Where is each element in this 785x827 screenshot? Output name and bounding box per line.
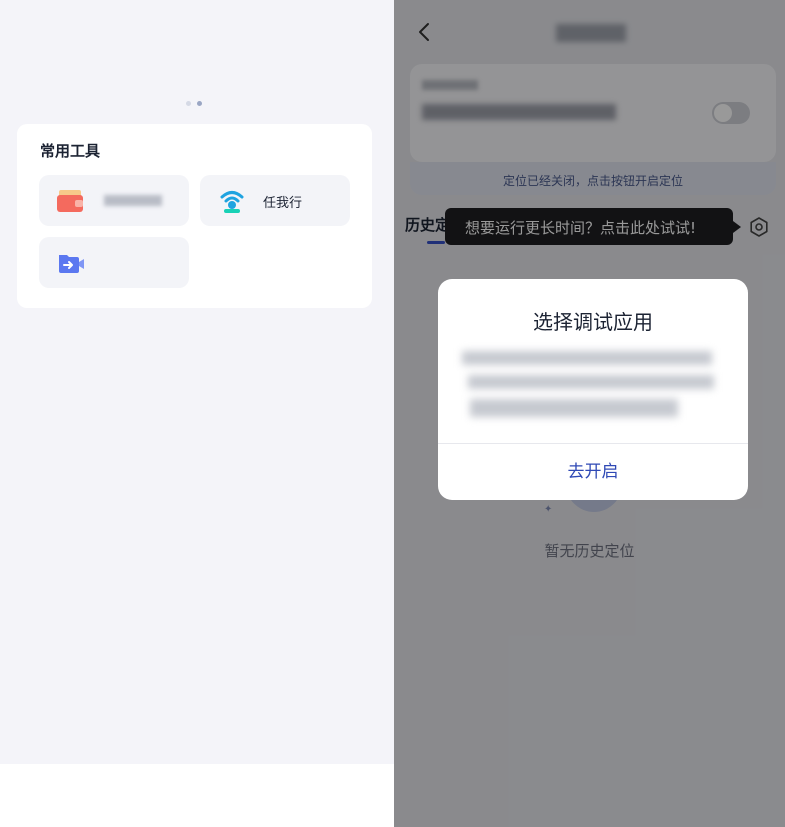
dialog-title: 选择调试应用 — [533, 310, 653, 334]
left-background — [0, 0, 394, 764]
dialog-message-blurred-line-3 — [470, 399, 678, 417]
tool-renwoxing-label: 任我行 — [263, 196, 303, 211]
video-transfer-icon — [59, 255, 84, 273]
dialog-message-blurred-line-1 — [462, 351, 712, 365]
go-enable-button[interactable]: 去开启 — [438, 444, 748, 500]
page-dot — [186, 101, 191, 106]
page-indicator — [186, 101, 202, 106]
wallet-icon — [57, 190, 83, 212]
page-dot-active — [197, 101, 202, 106]
tool-renwoxing[interactable]: 任我行 — [200, 175, 350, 226]
dialog-message-blurred-line-2 — [468, 375, 714, 389]
common-tools-title: 常用工具 — [40, 142, 101, 160]
tool-wallet-label-blurred — [104, 195, 162, 206]
left-panel: 常用工具 任我行 — [0, 0, 394, 827]
tool-video-transfer[interactable] — [39, 237, 189, 288]
wifi-location-icon — [220, 191, 244, 213]
tool-wallet[interactable] — [39, 175, 189, 226]
select-debug-app-dialog: 选择调试应用 去开启 — [438, 279, 748, 500]
common-tools-card: 常用工具 任我行 — [17, 124, 372, 308]
